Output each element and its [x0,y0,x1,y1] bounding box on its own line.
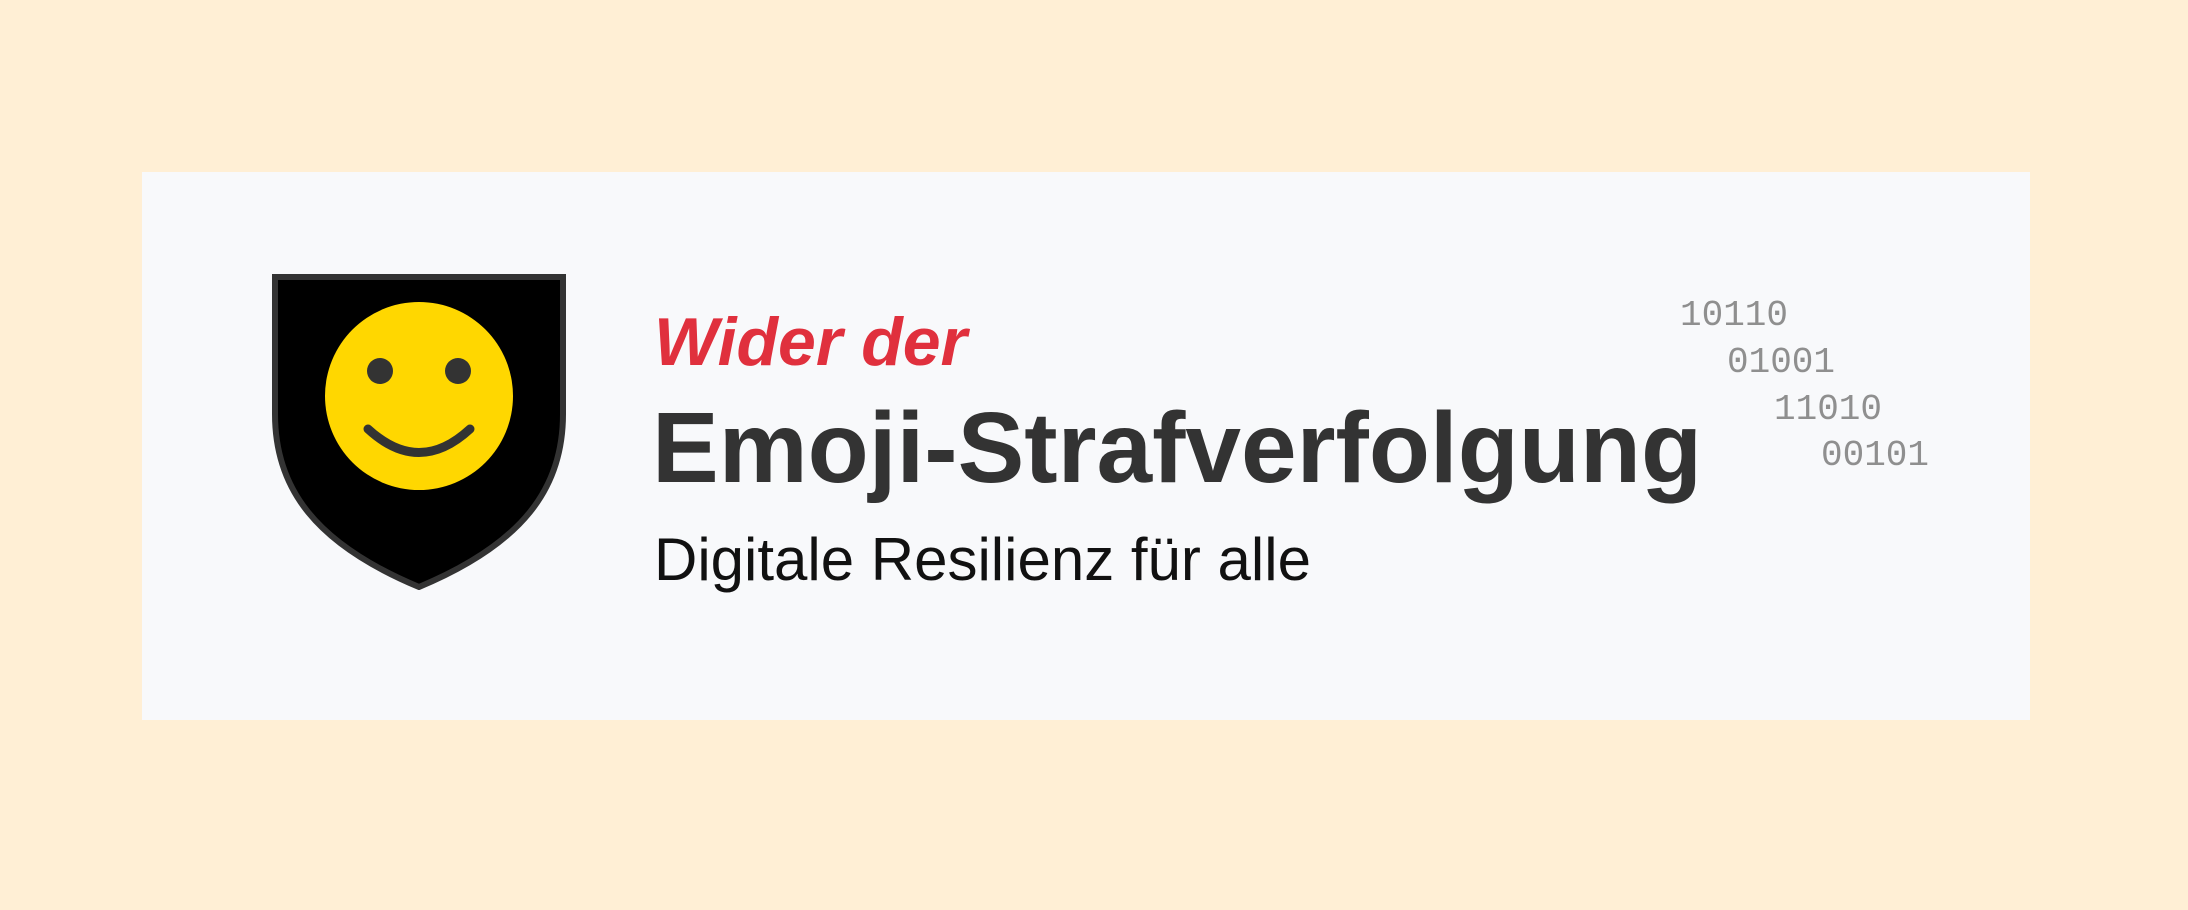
binary-line: 01001 [1727,342,1836,383]
binary-line: 11010 [1774,389,1883,430]
binary-line: 00101 [1821,435,1930,476]
headline-title: Emoji-Strafverfolgung [652,392,1703,504]
banner: 10110 01001 11010 00101 Wider der Emoji-… [142,172,2030,720]
shield-smiley-icon [272,274,566,590]
binary-line: 10110 [1680,295,1789,336]
headline-kicker: Wider der [654,304,968,380]
headline-subtitle: Digitale Resilienz für alle [654,526,1311,593]
